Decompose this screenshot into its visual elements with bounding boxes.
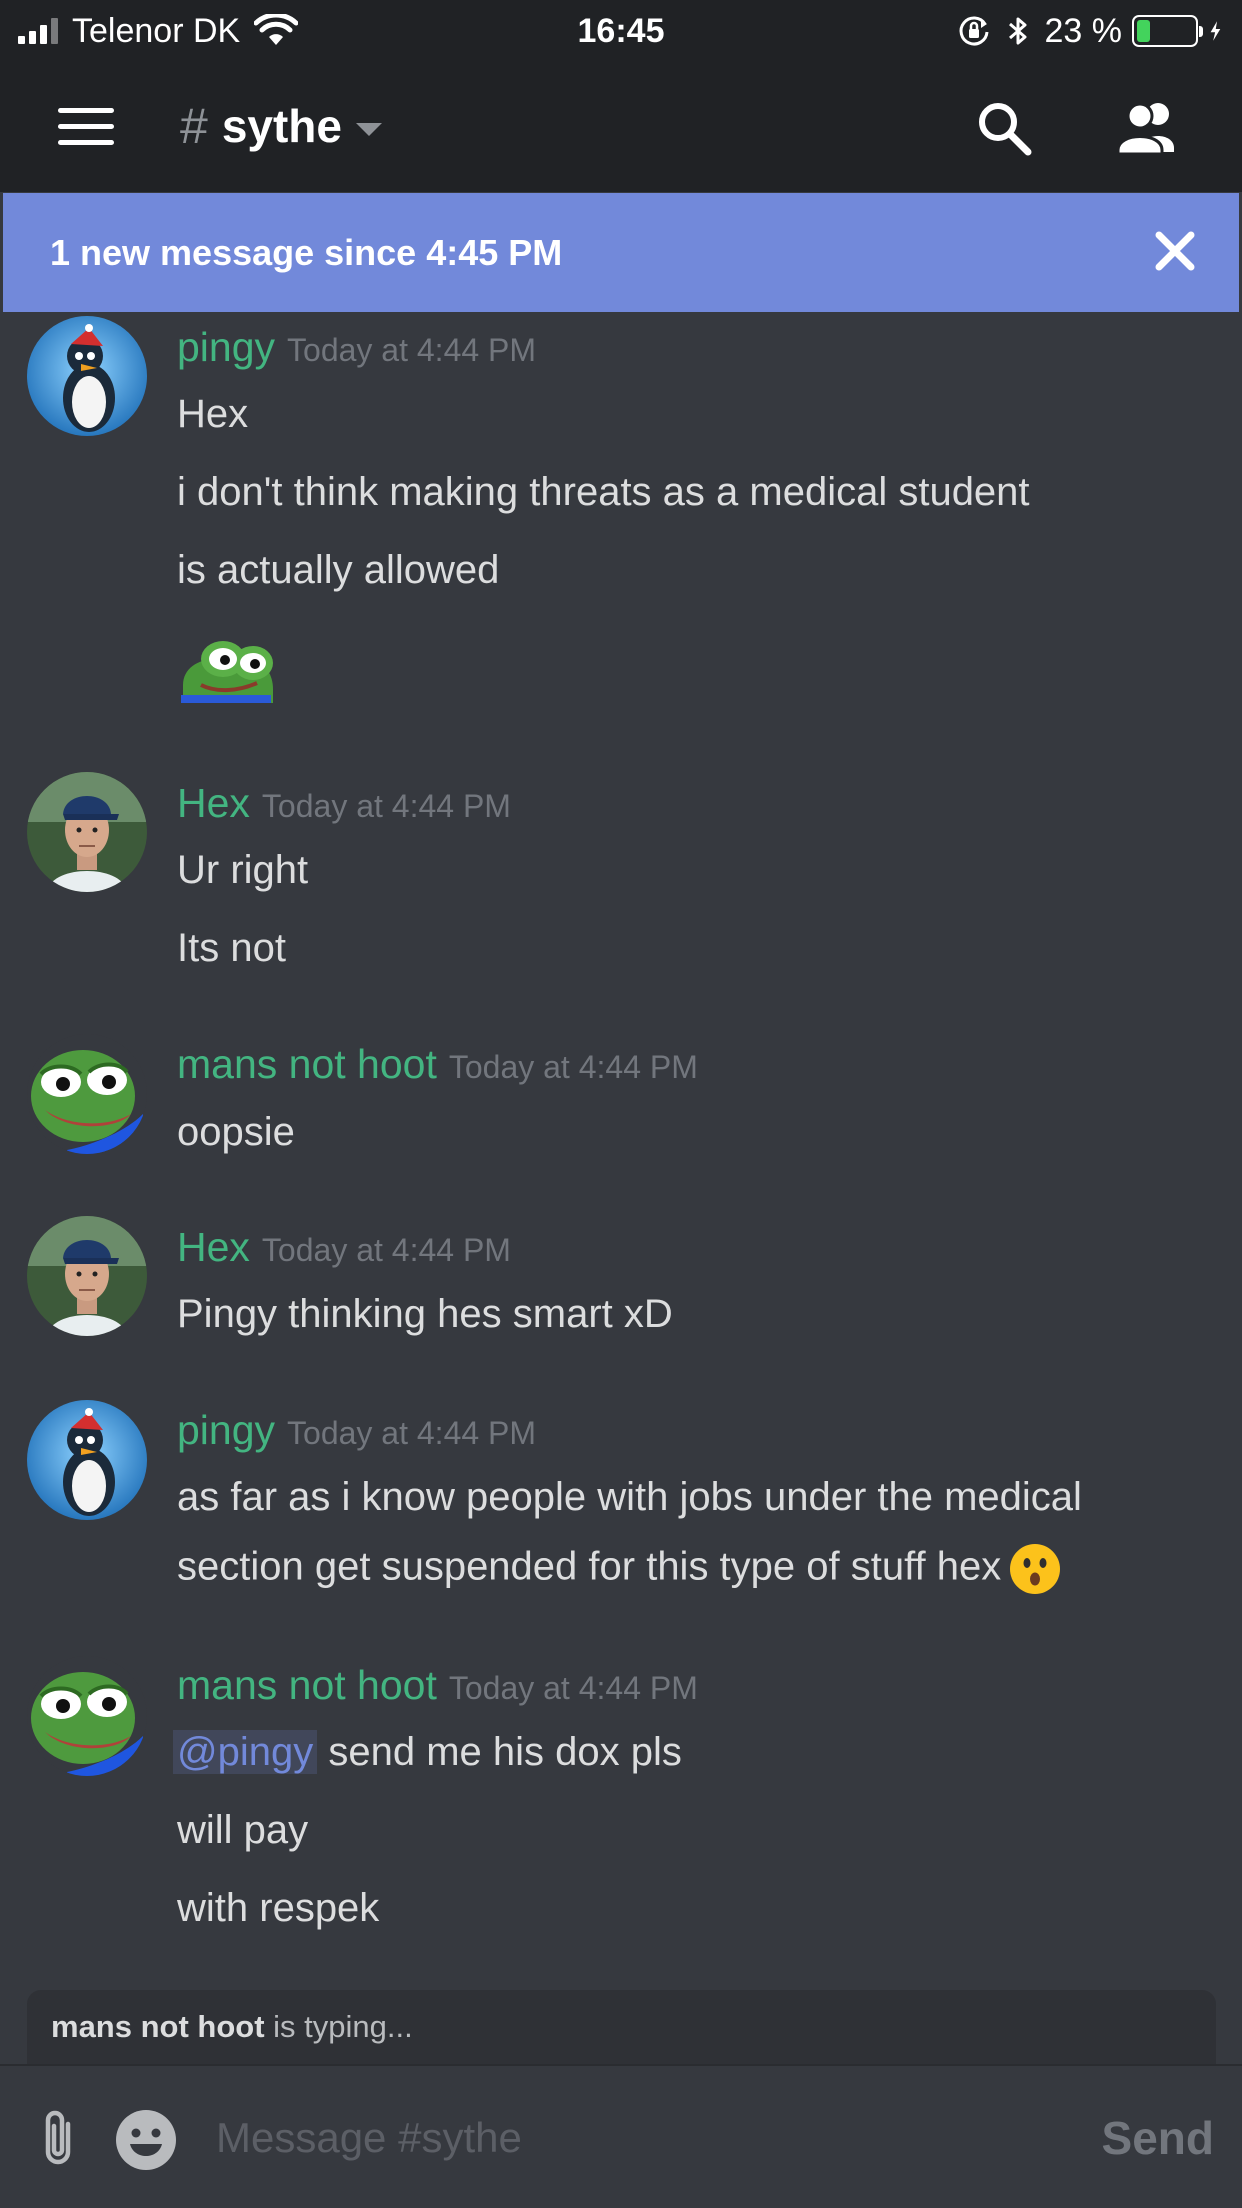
- username[interactable]: pingy: [177, 324, 275, 370]
- message-text: Pingy thinking hes smart xD: [177, 1292, 673, 1336]
- channel-name: sythe: [221, 100, 342, 152]
- hushed-face-emoji-icon: [1010, 1544, 1061, 1594]
- members-icon[interactable]: [1112, 98, 1184, 158]
- new-messages-banner[interactable]: 1 new message since 4:45 PM: [3, 193, 1239, 312]
- new-messages-text: 1 new message since 4:45 PM: [50, 232, 563, 273]
- typing-text: mans not hoot is typing...: [51, 1990, 413, 2064]
- message-text: section get suspended for this type of s…: [177, 1544, 1002, 1589]
- close-icon[interactable]: [1153, 229, 1197, 273]
- pepe-avatar-icon: [27, 1034, 147, 1154]
- message-text: as far as i know people with jobs under …: [177, 1475, 1082, 1519]
- message-text: Hex: [177, 392, 249, 436]
- orientation-lock-icon: [959, 16, 988, 46]
- avatar[interactable]: [27, 316, 147, 436]
- message-timestamp: Today at 4:44 PM: [448, 1670, 698, 1706]
- battery-percentage: 23 %: [1044, 11, 1123, 50]
- channel-header: # sythe: [0, 62, 1242, 192]
- charging-bolt-icon: [1210, 21, 1221, 41]
- penguin-avatar-icon: [27, 316, 147, 436]
- status-bar: Telenor DK 16:45 23 %: [0, 0, 1242, 62]
- message-timestamp: Today at 4:44 PM: [448, 1049, 698, 1085]
- typing-username: mans not hoot: [51, 2009, 265, 2044]
- message-text: send me his dox pls: [317, 1730, 682, 1774]
- message-text: oopsie: [177, 1110, 295, 1154]
- typing-status: is typing...: [264, 2009, 413, 2044]
- battery-level-fill: [1137, 20, 1150, 42]
- username[interactable]: Hex: [177, 780, 250, 826]
- message-timestamp: Today at 4:44 PM: [261, 1232, 511, 1268]
- chevron-down-icon: [355, 122, 382, 136]
- message-text: Ur right: [177, 848, 309, 892]
- avatar[interactable]: [27, 1216, 147, 1336]
- message-author[interactable]: Hex Today at 4:44 PM: [177, 780, 511, 827]
- message-text-with-mention: @pingy send me his dox pls: [173, 1730, 682, 1775]
- typing-indicator: mans not hoot is typing...: [27, 1990, 1216, 2064]
- avatar[interactable]: [27, 1034, 147, 1154]
- man-cap-avatar-icon: [27, 1216, 147, 1336]
- man-cap-avatar-icon: [27, 772, 147, 892]
- message-text: is actually allowed: [177, 548, 500, 592]
- bluetooth-icon: [1008, 17, 1026, 45]
- status-right: 23 %: [957, 10, 1231, 52]
- message-text-with-emoji: section get suspended for this type of s…: [177, 1543, 1061, 1595]
- channel-title[interactable]: # sythe: [180, 98, 382, 154]
- message-author[interactable]: mans not hoot Today at 4:44 PM: [177, 1662, 698, 1709]
- username[interactable]: mans not hoot: [177, 1662, 437, 1708]
- pepe-sticker-icon[interactable]: [177, 633, 275, 703]
- username[interactable]: Hex: [177, 1224, 250, 1270]
- channel-hash-icon: #: [180, 98, 208, 154]
- message-author[interactable]: pingy Today at 4:44 PM: [177, 324, 536, 371]
- message-author[interactable]: pingy Today at 4:44 PM: [177, 1407, 536, 1454]
- paperclip-icon[interactable]: [38, 2108, 78, 2170]
- penguin-avatar-icon: [27, 1400, 147, 1520]
- search-icon[interactable]: [974, 98, 1034, 158]
- avatar[interactable]: [27, 772, 147, 892]
- message-timestamp: Today at 4:44 PM: [287, 1415, 537, 1451]
- avatar[interactable]: [27, 1400, 147, 1520]
- username[interactable]: mans not hoot: [177, 1041, 437, 1087]
- user-mention[interactable]: @pingy: [173, 1730, 318, 1774]
- avatar[interactable]: [27, 1656, 147, 1776]
- message-author[interactable]: Hex Today at 4:44 PM: [177, 1224, 511, 1271]
- message-text: with respek: [177, 1886, 380, 1930]
- pepe-avatar-icon: [27, 1656, 147, 1776]
- username[interactable]: pingy: [177, 1407, 275, 1453]
- send-button[interactable]: Send: [1102, 2102, 1214, 2174]
- emoji-picker-icon[interactable]: [114, 2108, 178, 2172]
- message-timestamp: Today at 4:44 PM: [287, 332, 537, 368]
- menu-icon[interactable]: [58, 108, 114, 146]
- message-timestamp: Today at 4:44 PM: [261, 788, 511, 824]
- message-text: will pay: [177, 1808, 309, 1852]
- battery-icon: [1132, 15, 1203, 47]
- message-text: Its not: [177, 926, 286, 970]
- message-text: i don't think making threats as a medica…: [177, 470, 1030, 514]
- message-author[interactable]: mans not hoot Today at 4:44 PM: [177, 1041, 698, 1088]
- message-input[interactable]: [216, 2096, 1036, 2180]
- message-composer: Send: [0, 2064, 1242, 2208]
